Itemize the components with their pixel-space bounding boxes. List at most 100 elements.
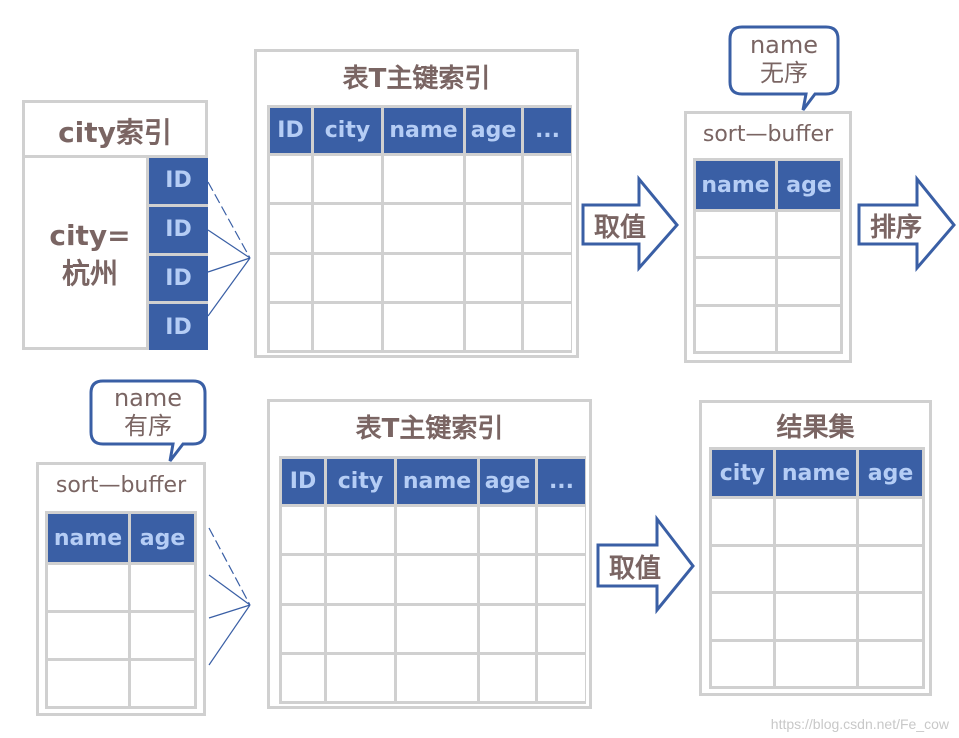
column-header: age	[859, 450, 922, 496]
city-index-box: city索引 city= 杭州 ID ID ID ID	[22, 100, 208, 350]
table-cell	[776, 641, 856, 686]
city-condition-line2: 杭州	[61, 257, 118, 290]
table-cell	[480, 605, 535, 652]
table-cell	[712, 546, 773, 591]
watermark: https://blog.csdn.net/Fe_cow	[770, 716, 949, 732]
fan-line	[207, 257, 251, 273]
table-cell	[859, 641, 922, 686]
table-cell	[712, 641, 773, 686]
column-header: city	[314, 108, 381, 153]
table-cell	[538, 507, 585, 554]
fan-line	[208, 604, 251, 666]
column-header: ID	[282, 459, 324, 504]
table-cell	[712, 499, 773, 544]
sort-buffer-bottom-box: sort—buffer name age	[36, 462, 206, 716]
bubble-unsorted-text: name 无序	[730, 31, 838, 87]
table-cell	[466, 254, 521, 301]
fan-line	[208, 574, 251, 606]
table-cell	[270, 156, 311, 203]
sort-buffer-bottom-table: name age	[45, 511, 197, 709]
table-cell	[314, 254, 381, 301]
fan-line	[208, 527, 251, 606]
table-cell	[384, 303, 463, 350]
primary-index-bottom-title: 表T主键索引	[355, 414, 504, 444]
table-cell	[538, 654, 585, 701]
table-cell	[397, 654, 477, 701]
table-cell	[859, 499, 922, 544]
column-header: ...	[524, 108, 571, 153]
table-cell	[131, 661, 194, 706]
table-cell	[131, 565, 194, 610]
bubble-unsorted-line2: 无序	[760, 59, 808, 87]
table-cell	[48, 661, 128, 706]
column-header: age	[480, 459, 535, 504]
table-cell	[466, 156, 521, 203]
table-cell	[524, 254, 571, 301]
table-cell	[524, 156, 571, 203]
table-cell	[776, 499, 856, 544]
column-header: name	[696, 161, 775, 209]
table-cell	[131, 613, 194, 658]
primary-index-bottom-table: ID city name age ...	[279, 456, 586, 704]
column-header: name	[776, 450, 856, 496]
table-cell	[282, 654, 324, 701]
table-cell	[397, 605, 477, 652]
result-set-box: 结果集 city name age	[699, 400, 932, 696]
table-cell	[538, 605, 585, 652]
table-cell	[538, 556, 585, 603]
table-cell	[696, 306, 775, 351]
column-header: ID	[270, 108, 311, 153]
table-cell	[778, 306, 840, 351]
fan-line	[207, 257, 251, 317]
column-header: city	[712, 450, 773, 496]
table-cell	[466, 205, 521, 252]
city-condition-line1: city=	[49, 219, 131, 252]
fan-line	[207, 181, 251, 259]
table-cell	[480, 654, 535, 701]
arrow-fetch-top-label: 取值	[594, 213, 647, 243]
table-cell	[466, 303, 521, 350]
table-cell	[384, 205, 463, 252]
column-header: name	[384, 108, 463, 153]
table-cell	[384, 156, 463, 203]
table-cell	[327, 654, 394, 701]
table-cell	[859, 546, 922, 591]
column-header: age	[131, 514, 194, 562]
table-cell	[712, 594, 773, 639]
table-cell	[480, 556, 535, 603]
column-header: name	[397, 459, 477, 504]
table-cell	[282, 507, 324, 554]
arrow-fetch-bottom-label: 取值	[609, 554, 662, 584]
fan-lines-top	[207, 181, 251, 317]
id-entry: ID	[149, 206, 208, 253]
bubble-unsorted-line1: name	[749, 31, 819, 59]
table-cell	[776, 546, 856, 591]
id-entry: ID	[149, 255, 208, 302]
id-entry: ID	[149, 304, 208, 350]
table-cell	[524, 303, 571, 350]
sort-buffer-top-title: sort—buffer	[702, 122, 834, 147]
city-index-id-list: ID ID ID ID	[146, 155, 208, 350]
bubble-sorted-text: name 有序	[91, 384, 205, 440]
table-cell	[776, 594, 856, 639]
table-cell	[270, 303, 311, 350]
column-header: city	[327, 459, 394, 504]
column-header: ...	[538, 459, 585, 504]
sort-buffer-bottom-title: sort—buffer	[55, 473, 187, 498]
fan-line	[208, 604, 251, 619]
table-cell	[778, 212, 840, 257]
primary-index-top-box: 表T主键索引 ID city name age ...	[254, 49, 579, 358]
bubble-sorted-line2: 有序	[124, 412, 172, 440]
arrow-sort-label: 排序	[870, 213, 923, 243]
bubble-sorted-line1: name	[113, 384, 183, 412]
table-cell	[282, 605, 324, 652]
fan-lines-bottom	[208, 527, 251, 666]
column-header: name	[48, 514, 128, 562]
table-cell	[270, 205, 311, 252]
result-set-title: 结果集	[776, 413, 855, 443]
primary-index-bottom-box: 表T主键索引 ID city name age ...	[267, 399, 592, 709]
primary-index-top-table: ID city name age ...	[267, 105, 572, 353]
table-cell	[397, 556, 477, 603]
table-cell	[282, 556, 324, 603]
table-cell	[48, 613, 128, 658]
